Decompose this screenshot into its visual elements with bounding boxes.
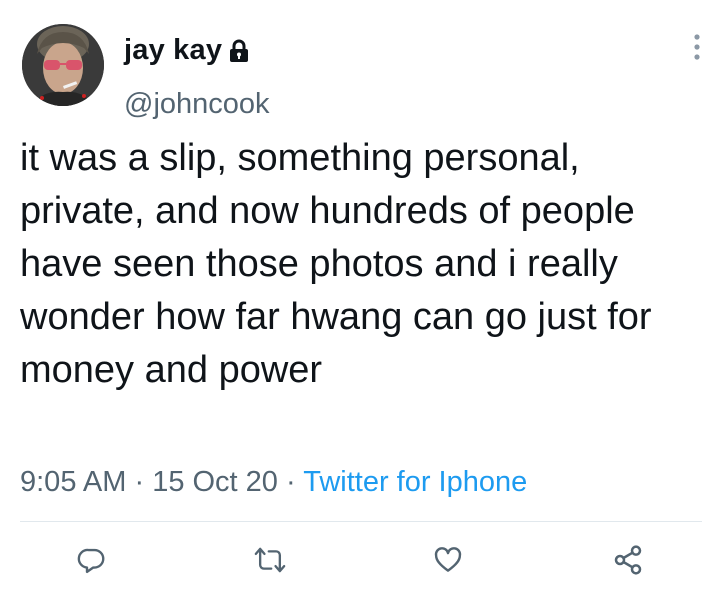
- retweet-icon: [254, 547, 286, 573]
- tweet-source-link[interactable]: Twitter for Iphone: [303, 466, 527, 498]
- reply-icon: [77, 548, 105, 574]
- reply-button[interactable]: [72, 540, 112, 580]
- meta-separator: ·: [286, 466, 304, 498]
- share-icon: [614, 545, 642, 575]
- heart-icon: [434, 547, 462, 572]
- avatar[interactable]: [22, 24, 104, 106]
- tweet-date[interactable]: 15 Oct 20: [152, 466, 278, 498]
- lock-icon: [228, 39, 250, 63]
- tweet-text: it was a slip, something personal, priva…: [20, 137, 652, 391]
- action-bar: [0, 540, 720, 590]
- avatar-image: [22, 24, 104, 106]
- divider: [20, 521, 702, 522]
- display-name[interactable]: jay kay: [124, 34, 222, 67]
- tweet-time[interactable]: 9:05 AM: [20, 466, 126, 498]
- more-vertical-icon[interactable]: [692, 32, 702, 62]
- like-button[interactable]: [428, 540, 468, 580]
- author-row: jay kay: [124, 34, 250, 67]
- share-button[interactable]: [608, 540, 648, 580]
- user-handle[interactable]: @johncook: [124, 88, 270, 121]
- retweet-button[interactable]: [250, 540, 290, 580]
- meta-separator: ·: [134, 466, 153, 498]
- tweet-metadata: 9:05 AM · 15 Oct 20 · Twitter for Iphone: [20, 466, 527, 499]
